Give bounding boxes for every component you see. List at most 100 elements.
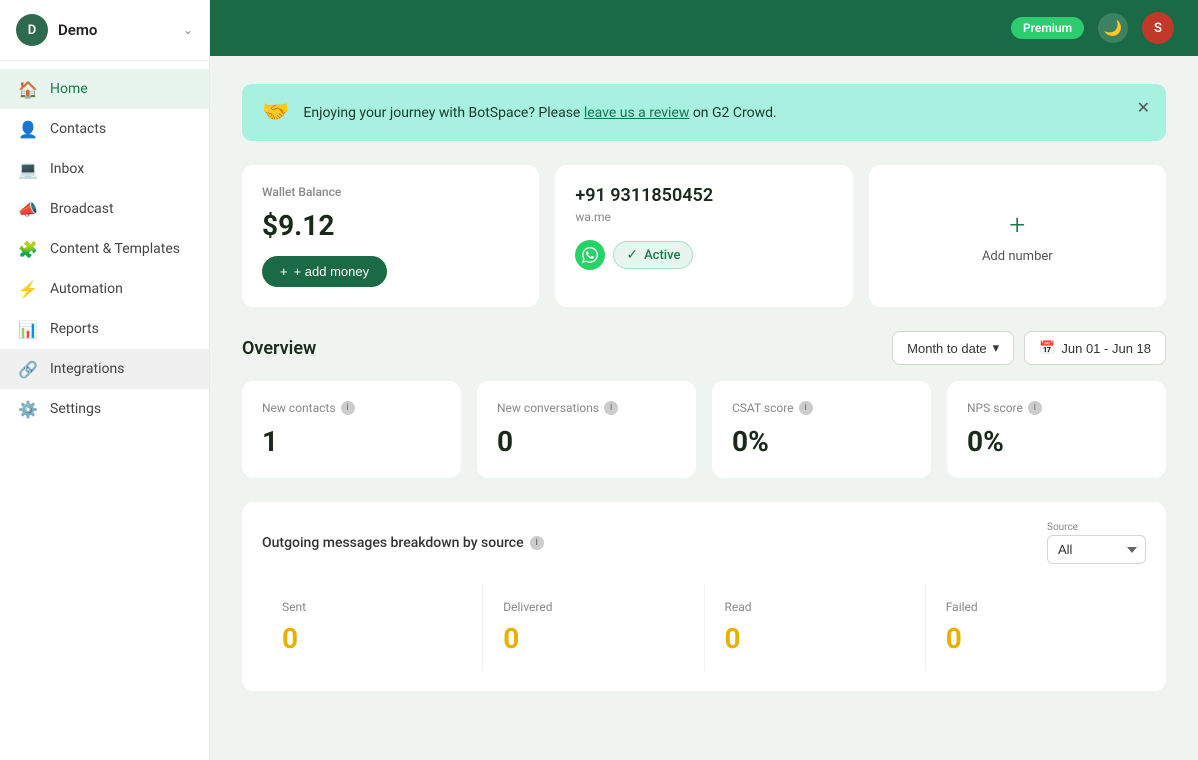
- overview-header: Overview Month to date ▾ 📅 Jun 01 - Jun …: [242, 331, 1166, 365]
- source-select[interactable]: All Broadcast API Manual: [1047, 535, 1146, 564]
- add-number-card[interactable]: + Add number: [869, 165, 1166, 307]
- banner-text: Enjoying your journey with BotSpace? Ple…: [303, 105, 1146, 121]
- premium-badge: Premium: [1011, 17, 1084, 39]
- inbox-icon: 💻: [18, 159, 38, 179]
- delivered-label: Delivered: [503, 600, 683, 614]
- sidebar-item-broadcast[interactable]: 📣 Broadcast: [0, 189, 209, 229]
- sidebar-item-label: Reports: [50, 321, 99, 337]
- phone-card: +91 9311850452 wa.me ✓ Active: [555, 165, 852, 307]
- phone-status-row: ✓ Active: [575, 240, 832, 270]
- metric-value: 0%: [967, 425, 1146, 458]
- sent-label: Sent: [282, 600, 462, 614]
- read-label: Read: [725, 600, 905, 614]
- sent-value: 0: [282, 622, 462, 655]
- filter-label: Month to date: [907, 341, 987, 356]
- reports-icon: 📊: [18, 319, 38, 339]
- sidebar-item-automation[interactable]: ⚡ Automation: [0, 269, 209, 309]
- user-avatar[interactable]: S: [1142, 12, 1174, 44]
- cards-row: Wallet Balance $9.12 + + add money +91 9…: [242, 165, 1166, 307]
- broadcast-icon: 📣: [18, 199, 38, 219]
- sidebar-item-label: Automation: [50, 281, 123, 297]
- failed-label: Failed: [946, 600, 1126, 614]
- sidebar-item-label: Settings: [50, 401, 101, 417]
- sidebar-item-contacts[interactable]: 👤 Contacts: [0, 109, 209, 149]
- dark-mode-toggle[interactable]: 🌙: [1098, 13, 1128, 43]
- metric-label: New conversations i: [497, 401, 676, 415]
- wa-me-label: wa.me: [575, 210, 832, 224]
- check-icon: ✓: [626, 247, 638, 263]
- content-templates-icon: 🧩: [18, 239, 38, 259]
- close-icon[interactable]: ✕: [1137, 98, 1150, 117]
- workspace-name: Demo: [58, 21, 173, 39]
- banner-text-after: on G2 Crowd.: [689, 105, 776, 121]
- automation-icon: ⚡: [18, 279, 38, 299]
- sidebar-item-content-templates[interactable]: 🧩 Content & Templates: [0, 229, 209, 269]
- wallet-label: Wallet Balance: [262, 185, 519, 199]
- delivered-value: 0: [503, 622, 683, 655]
- topbar: Premium 🌙 S: [210, 0, 1198, 56]
- metric-value: 0: [497, 425, 676, 458]
- calendar-icon: 📅: [1039, 340, 1055, 356]
- main-content: Premium 🌙 S 🤝 Enjoying your journey with…: [210, 0, 1198, 760]
- breakdown-stat-delivered: Delivered 0: [483, 584, 704, 671]
- banner-text-before: Enjoying your journey with BotSpace? Ple…: [303, 105, 583, 121]
- sidebar-item-inbox[interactable]: 💻 Inbox: [0, 149, 209, 189]
- sidebar-item-home[interactable]: 🏠 Home: [0, 69, 209, 109]
- moon-icon: 🌙: [1104, 19, 1123, 37]
- workspace-avatar: D: [16, 14, 48, 46]
- metric-label: NPS score i: [967, 401, 1146, 415]
- info-icon[interactable]: i: [799, 401, 813, 415]
- breakdown-stat-sent: Sent 0: [262, 584, 483, 671]
- sidebar-item-label: Integrations: [50, 361, 124, 377]
- info-icon[interactable]: i: [341, 401, 355, 415]
- wallet-amount: $9.12: [262, 209, 519, 242]
- phone-number: +91 9311850452: [575, 185, 832, 206]
- sidebar-item-reports[interactable]: 📊 Reports: [0, 309, 209, 349]
- status-label: Active: [644, 248, 680, 263]
- active-status-badge: ✓ Active: [613, 241, 693, 269]
- add-number-label: Add number: [982, 249, 1053, 264]
- breakdown-title: Outgoing messages breakdown by source i: [262, 535, 544, 551]
- overview-title: Overview: [242, 338, 316, 359]
- breakdown-header: Outgoing messages breakdown by source i …: [262, 522, 1146, 564]
- date-range-label: Jun 01 - Jun 18: [1061, 341, 1151, 356]
- info-icon[interactable]: i: [1028, 401, 1042, 415]
- sidebar-header[interactable]: D Demo ⌄: [0, 0, 209, 61]
- home-icon: 🏠: [18, 79, 38, 99]
- plus-icon: +: [280, 264, 288, 279]
- breakdown-stats: Sent 0 Delivered 0 Read 0 Failed 0: [262, 584, 1146, 671]
- wallet-card: Wallet Balance $9.12 + + add money: [242, 165, 539, 307]
- handshake-icon: 🤝: [262, 100, 289, 125]
- source-select-wrapper: Source All Broadcast API Manual: [1047, 522, 1146, 564]
- info-icon[interactable]: i: [604, 401, 618, 415]
- sidebar-nav: 🏠 Home 👤 Contacts 💻 Inbox 📣 Broadcast 🧩 …: [0, 61, 209, 760]
- settings-icon: ⚙️: [18, 399, 38, 419]
- breakdown-card: Outgoing messages breakdown by source i …: [242, 502, 1166, 691]
- metric-card-new-contacts: New contacts i 1: [242, 381, 461, 478]
- sidebar-item-settings[interactable]: ⚙️ Settings: [0, 389, 209, 429]
- add-money-button[interactable]: + + add money: [262, 256, 387, 287]
- metric-card-new-conversations: New conversations i 0: [477, 381, 696, 478]
- sidebar-item-integrations[interactable]: 🔗 Integrations: [0, 349, 209, 389]
- add-money-label: + add money: [294, 264, 370, 279]
- info-icon[interactable]: i: [530, 536, 544, 550]
- month-filter-button[interactable]: Month to date ▾: [892, 331, 1014, 365]
- sidebar: D Demo ⌄ 🏠 Home 👤 Contacts 💻 Inbox 📣 Bro…: [0, 0, 210, 760]
- chevron-down-icon: ⌄: [183, 23, 193, 37]
- metric-card-nps-score: NPS score i 0%: [947, 381, 1166, 478]
- metric-card-csat-score: CSAT score i 0%: [712, 381, 931, 478]
- metric-label: New contacts i: [262, 401, 441, 415]
- banner-review-link[interactable]: leave us a review: [584, 105, 690, 121]
- sidebar-item-label: Broadcast: [50, 201, 114, 217]
- metrics-row: New contacts i 1 New conversations i 0 C…: [242, 381, 1166, 478]
- whatsapp-icon: [575, 240, 605, 270]
- read-value: 0: [725, 622, 905, 655]
- plus-icon: +: [1009, 208, 1025, 241]
- date-range-button[interactable]: 📅 Jun 01 - Jun 18: [1024, 331, 1166, 365]
- metric-value: 0%: [732, 425, 911, 458]
- sidebar-item-label: Inbox: [50, 161, 84, 177]
- breakdown-stat-failed: Failed 0: [926, 584, 1146, 671]
- page-content: 🤝 Enjoying your journey with BotSpace? P…: [210, 56, 1198, 760]
- sidebar-item-label: Contacts: [50, 121, 106, 137]
- sidebar-item-label: Content & Templates: [50, 241, 180, 257]
